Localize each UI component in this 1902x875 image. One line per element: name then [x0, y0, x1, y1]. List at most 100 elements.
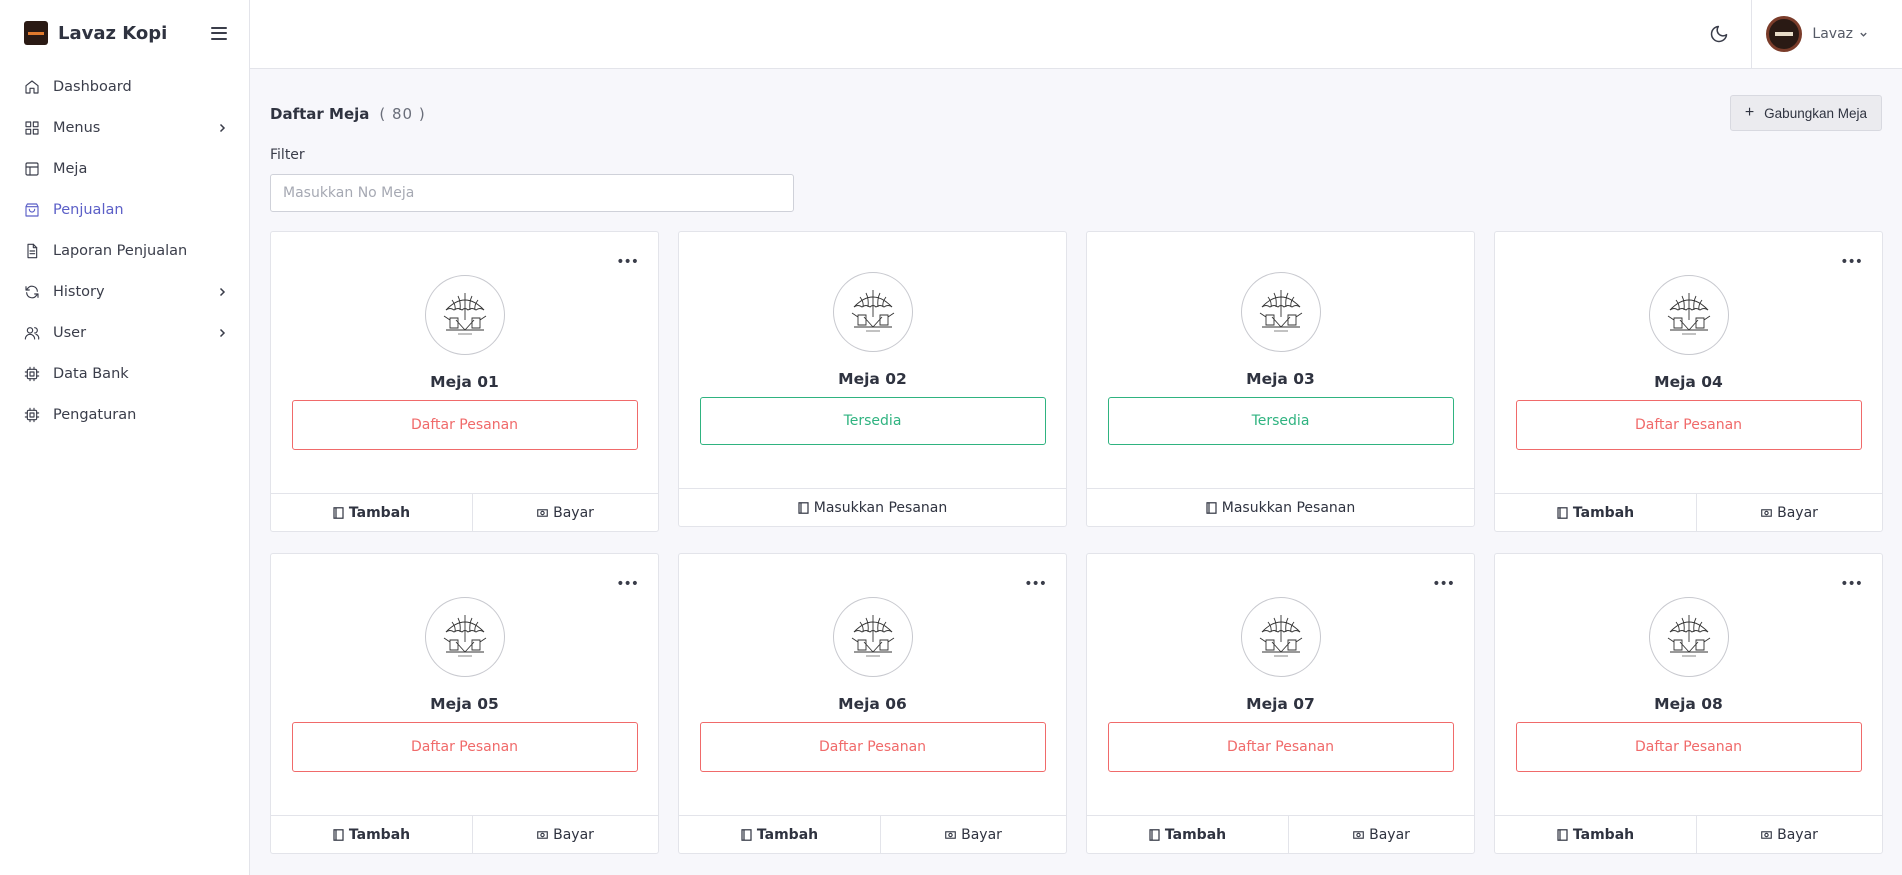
avatar	[1766, 16, 1803, 52]
sidebar-item-data-bank[interactable]: Data Bank	[0, 353, 249, 394]
page-heading: Daftar Meja ( 80 )	[270, 104, 426, 123]
available-status[interactable]: Tersedia	[699, 397, 1046, 445]
table-card: ••• Meja 07 Daftar Pesanan Tambah Bayar	[1086, 553, 1475, 854]
brand-logo-icon	[24, 21, 48, 45]
sidebar-item-history[interactable]: History	[0, 271, 249, 312]
chip-icon	[24, 407, 40, 422]
enter-order-label: Masukkan Pesanan	[1221, 499, 1356, 516]
cafe-logo-icon	[1648, 597, 1729, 677]
pay-label: Bayar	[1777, 826, 1818, 843]
pay-button[interactable]: Bayar	[472, 494, 658, 531]
note-icon	[741, 828, 752, 841]
note-icon	[1557, 828, 1568, 841]
order-list-button[interactable]: Daftar Pesanan	[1515, 400, 1862, 450]
more-options-icon[interactable]: •••	[1432, 576, 1455, 592]
add-order-button[interactable]: Tambah	[271, 816, 472, 853]
table-card: ••• Meja 04 Daftar Pesanan Tambah Bayar	[1494, 231, 1883, 532]
document-icon	[27, 243, 38, 258]
note-icon	[333, 506, 344, 519]
more-options-icon[interactable]: •••	[1840, 254, 1863, 270]
table-name: Meja 08	[1654, 695, 1723, 713]
add-label: Tambah	[1164, 826, 1227, 843]
more-options-icon[interactable]: •••	[616, 576, 639, 592]
pay-button[interactable]: Bayar	[1696, 494, 1882, 531]
add-order-button[interactable]: Tambah	[271, 494, 472, 531]
table-name: Meja 02	[838, 370, 907, 388]
sidebar-item-label: Meja	[53, 160, 88, 177]
pay-button[interactable]: Bayar	[880, 816, 1066, 853]
cafe-logo-icon	[1240, 272, 1321, 352]
sidebar-item-dashboard[interactable]: Dashboard	[0, 66, 249, 107]
hamburger-menu-icon[interactable]	[211, 26, 227, 40]
note-icon	[333, 828, 344, 841]
sidebar-item-menus[interactable]: Menus	[0, 107, 249, 148]
add-label: Tambah	[1572, 504, 1635, 521]
table-name: Meja 04	[1654, 373, 1723, 391]
sidebar-item-label: Data Bank	[53, 365, 129, 382]
home-icon	[25, 79, 39, 94]
sidebar-item-label: Laporan Penjualan	[53, 242, 188, 259]
filter-label: Filter	[270, 147, 305, 163]
order-list-button[interactable]: Daftar Pesanan	[699, 722, 1046, 772]
users-icon	[24, 326, 40, 340]
table-card: ••• Meja 06 Daftar Pesanan Tambah Bayar	[678, 553, 1067, 854]
sidebar-item-label: User	[53, 324, 87, 341]
cafe-logo-icon	[424, 597, 505, 677]
cash-icon	[1353, 830, 1364, 839]
chevron-right-icon	[219, 287, 226, 296]
more-options-icon[interactable]: •••	[616, 254, 639, 270]
pay-button[interactable]: Bayar	[1696, 816, 1882, 853]
add-order-button[interactable]: Tambah	[1087, 816, 1288, 853]
pay-button[interactable]: Bayar	[472, 816, 658, 853]
pay-label: Bayar	[553, 826, 594, 843]
grid-icon	[25, 120, 39, 135]
table-name: Meja 01	[430, 373, 499, 391]
enter-order-button[interactable]: Masukkan Pesanan	[1087, 489, 1474, 526]
sidebar-item-label: Dashboard	[53, 78, 132, 95]
table-name: Meja 03	[1246, 370, 1315, 388]
user-name: Lavaz	[1812, 26, 1853, 42]
table-filter-input[interactable]	[270, 174, 794, 212]
merge-tables-label: Gabungkan Meja	[1764, 105, 1867, 121]
table-card: ••• Meja 08 Daftar Pesanan Tambah Bayar	[1494, 553, 1883, 854]
chevron-down-icon	[1860, 32, 1867, 37]
sidebar-item-label: Penjualan	[53, 201, 124, 218]
sidebar-item-meja[interactable]: Meja	[0, 148, 249, 189]
available-status[interactable]: Tersedia	[1107, 397, 1454, 445]
add-label: Tambah	[1572, 826, 1635, 843]
order-list-button[interactable]: Daftar Pesanan	[291, 722, 638, 772]
cash-icon	[537, 830, 548, 839]
order-list-button[interactable]: Daftar Pesanan	[1515, 722, 1862, 772]
note-icon	[798, 501, 809, 514]
sidebar-item-pengaturan[interactable]: Pengaturan	[0, 394, 249, 435]
add-order-button[interactable]: Tambah	[1495, 816, 1696, 853]
sidebar-item-laporan-penjualan[interactable]: Laporan Penjualan	[0, 230, 249, 271]
enter-order-label: Masukkan Pesanan	[813, 499, 948, 516]
note-icon	[1149, 828, 1160, 841]
pay-button[interactable]: Bayar	[1288, 816, 1474, 853]
brand: Lavaz Kopi	[0, 0, 249, 66]
more-options-icon[interactable]: •••	[1024, 576, 1047, 592]
sidebar-item-penjualan[interactable]: Penjualan	[0, 189, 249, 230]
more-options-icon[interactable]: •••	[1840, 576, 1863, 592]
cash-icon	[537, 508, 548, 517]
moon-icon[interactable]	[1709, 24, 1729, 44]
pay-label: Bayar	[553, 504, 594, 521]
table-name: Meja 05	[430, 695, 499, 713]
table-grid: ••• Meja 01 Daftar Pesanan Tambah Bayar Mej…	[270, 231, 1883, 854]
merge-tables-button[interactable]: + Gabungkan Meja	[1729, 95, 1882, 131]
table-count: ( 80 )	[379, 104, 426, 123]
chevron-right-icon	[219, 328, 226, 337]
page-title: Daftar Meja	[270, 104, 370, 123]
add-label: Tambah	[348, 504, 411, 521]
order-list-button[interactable]: Daftar Pesanan	[1107, 722, 1454, 772]
chip-icon	[24, 366, 40, 381]
user-menu[interactable]: Lavaz	[1751, 0, 1882, 69]
add-order-button[interactable]: Tambah	[679, 816, 880, 853]
shopping-bag-icon	[25, 202, 39, 217]
order-list-button[interactable]: Daftar Pesanan	[291, 400, 638, 450]
add-order-button[interactable]: Tambah	[1495, 494, 1696, 531]
plus-icon: +	[1744, 104, 1755, 121]
enter-order-button[interactable]: Masukkan Pesanan	[679, 489, 1066, 526]
sidebar-item-user[interactable]: User	[0, 312, 249, 353]
